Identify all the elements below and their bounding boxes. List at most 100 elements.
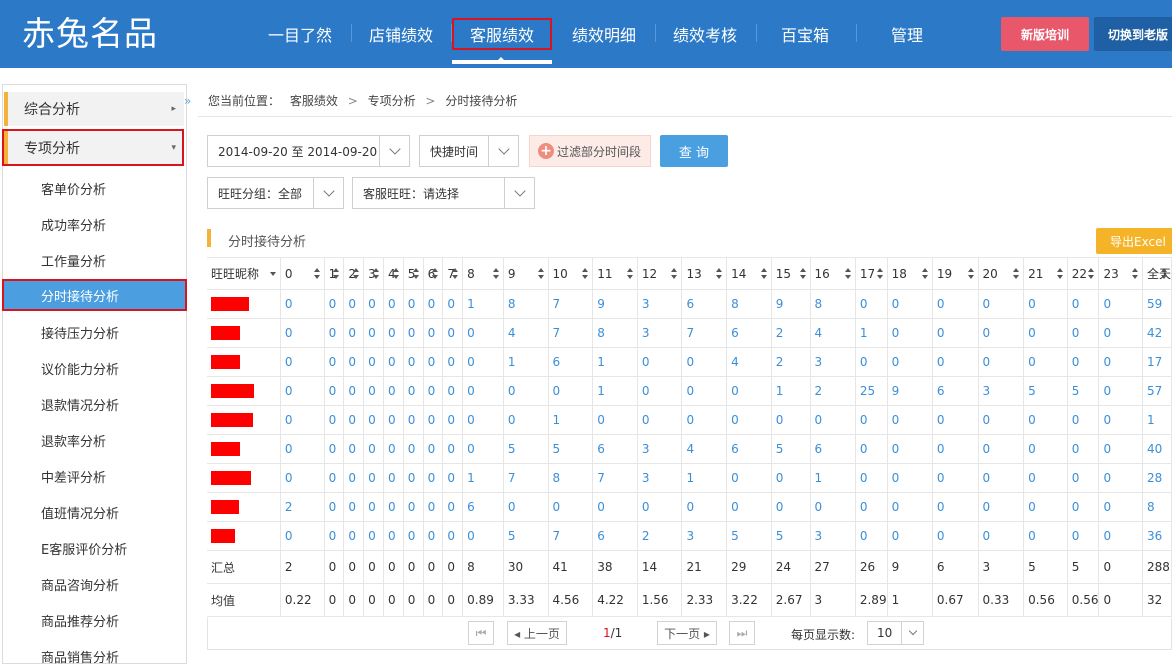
cell-count[interactable]: 0: [462, 434, 504, 464]
cell-count[interactable]: 0: [726, 463, 772, 493]
cell-count[interactable]: 0: [637, 492, 683, 522]
cell-count[interactable]: 0: [423, 318, 444, 348]
cell-count[interactable]: 7: [592, 463, 638, 493]
sidebar-item-reception-pressure[interactable]: 接待压力分析: [41, 323, 119, 342]
cell-count[interactable]: 9: [887, 376, 933, 406]
cell-count[interactable]: 42: [1142, 318, 1172, 348]
sort-icon[interactable]: [492, 268, 500, 280]
cell-count[interactable]: 0: [442, 318, 464, 348]
sidebar-item-e-service-rating[interactable]: E客服评价分析: [41, 539, 127, 558]
cell-count[interactable]: 0: [442, 434, 464, 464]
cell-count[interactable]: 1: [548, 405, 594, 435]
cell-count[interactable]: 0: [423, 376, 444, 406]
cell-count[interactable]: 0: [383, 434, 404, 464]
sort-icon[interactable]: [537, 268, 545, 280]
cell-count[interactable]: 0: [403, 289, 424, 319]
cell-count[interactable]: 0: [442, 405, 464, 435]
cell-count[interactable]: 0: [280, 463, 325, 493]
cell-count[interactable]: 0: [548, 492, 594, 522]
column-header-hour[interactable]: 6: [423, 257, 444, 290]
sidebar-item-bargaining[interactable]: 议价能力分析: [41, 359, 119, 378]
cell-count[interactable]: 0: [1067, 318, 1100, 348]
cell-count[interactable]: 9: [771, 289, 811, 319]
next-page-button[interactable]: 下一页 ▸: [657, 621, 717, 645]
cell-count[interactable]: 0: [363, 434, 384, 464]
cell-count[interactable]: 0: [324, 463, 345, 493]
cell-count[interactable]: 6: [462, 492, 504, 522]
column-header-hour[interactable]: 22: [1067, 257, 1100, 290]
cell-count[interactable]: 0: [1098, 463, 1143, 493]
cell-count[interactable]: 2: [771, 318, 811, 348]
cell-count[interactable]: 0: [771, 492, 811, 522]
cell-count[interactable]: 6: [592, 521, 638, 551]
cell-count[interactable]: 0: [343, 405, 365, 435]
cell-count[interactable]: 0: [592, 405, 638, 435]
column-header-hour[interactable]: 18: [887, 257, 933, 290]
cell-count[interactable]: 0: [978, 318, 1025, 348]
cell-count[interactable]: 5: [503, 521, 549, 551]
cell-count[interactable]: 0: [1098, 318, 1143, 348]
sort-icon[interactable]: [372, 268, 380, 280]
cell-count[interactable]: 0: [1023, 434, 1068, 464]
sort-icon[interactable]: [876, 268, 884, 280]
cell-count[interactable]: 5: [503, 434, 549, 464]
last-page-button[interactable]: ⏭: [729, 621, 755, 645]
column-header-hour[interactable]: 1: [324, 257, 345, 290]
cell-count[interactable]: 2: [280, 492, 325, 522]
cell-count[interactable]: 0: [1023, 521, 1068, 551]
cell-count[interactable]: 6: [726, 434, 772, 464]
cell-count[interactable]: 0: [423, 521, 444, 551]
cell-count[interactable]: 0: [810, 492, 856, 522]
cell-count[interactable]: 3: [637, 434, 683, 464]
cell-count[interactable]: 1: [503, 347, 549, 377]
cell-count[interactable]: 0: [887, 463, 933, 493]
cell-count[interactable]: 0: [1067, 492, 1100, 522]
cell-count[interactable]: 0: [324, 492, 345, 522]
wangwang-group-select[interactable]: 旺旺分组：全部: [207, 177, 344, 209]
cell-count[interactable]: 1: [462, 289, 504, 319]
cell-count[interactable]: 0: [887, 434, 933, 464]
cell-count[interactable]: 1: [592, 376, 638, 406]
nav-management[interactable]: 管理: [878, 0, 936, 68]
cell-count[interactable]: 0: [442, 463, 464, 493]
sort-icon[interactable]: [799, 268, 807, 280]
cell-count[interactable]: 0: [1098, 521, 1143, 551]
cell-count[interactable]: 0: [855, 492, 888, 522]
cell-count[interactable]: 0: [442, 492, 464, 522]
switch-old-version-button[interactable]: 切换到老版: [1094, 17, 1172, 51]
sidebar-item-success-rate[interactable]: 成功率分析: [41, 215, 106, 234]
cell-count[interactable]: 7: [548, 289, 594, 319]
cell-count[interactable]: 0: [363, 463, 384, 493]
column-header-hour[interactable]: 9: [503, 257, 549, 290]
cell-count[interactable]: 0: [423, 434, 444, 464]
first-page-button[interactable]: ⏮: [468, 621, 494, 645]
cell-count[interactable]: 0: [681, 376, 728, 406]
cell-count[interactable]: 0: [887, 318, 933, 348]
sort-icon[interactable]: [432, 268, 439, 280]
cell-count[interactable]: 0: [324, 405, 345, 435]
cell-count[interactable]: 0: [363, 405, 384, 435]
cell-count[interactable]: 59: [1142, 289, 1172, 319]
sidebar-item-bad-review[interactable]: 中差评分析: [41, 467, 106, 486]
cell-count[interactable]: 0: [383, 405, 404, 435]
cell-count[interactable]: 0: [1023, 463, 1068, 493]
sort-icon[interactable]: [716, 268, 723, 280]
cell-count[interactable]: 1: [855, 318, 888, 348]
cell-count[interactable]: 0: [383, 289, 404, 319]
cell-count[interactable]: 0: [383, 318, 404, 348]
cell-count[interactable]: 0: [548, 376, 594, 406]
column-header-hour[interactable]: 0: [280, 257, 325, 290]
cell-count[interactable]: 1: [681, 463, 728, 493]
cell-count[interactable]: 0: [280, 521, 325, 551]
cell-count[interactable]: 0: [932, 492, 979, 522]
cell-count[interactable]: 3: [681, 521, 728, 551]
sidebar-item-refund-status[interactable]: 退款情况分析: [41, 395, 119, 414]
cell-count[interactable]: 5: [771, 434, 811, 464]
cell-count[interactable]: 0: [637, 376, 683, 406]
nav-store-performance[interactable]: 店铺绩效: [360, 0, 442, 68]
column-header-hour[interactable]: 16: [810, 257, 856, 290]
cell-count[interactable]: 6: [726, 318, 772, 348]
cell-count[interactable]: 0: [343, 347, 365, 377]
cell-count[interactable]: 0: [280, 347, 325, 377]
cell-count[interactable]: 0: [442, 376, 464, 406]
